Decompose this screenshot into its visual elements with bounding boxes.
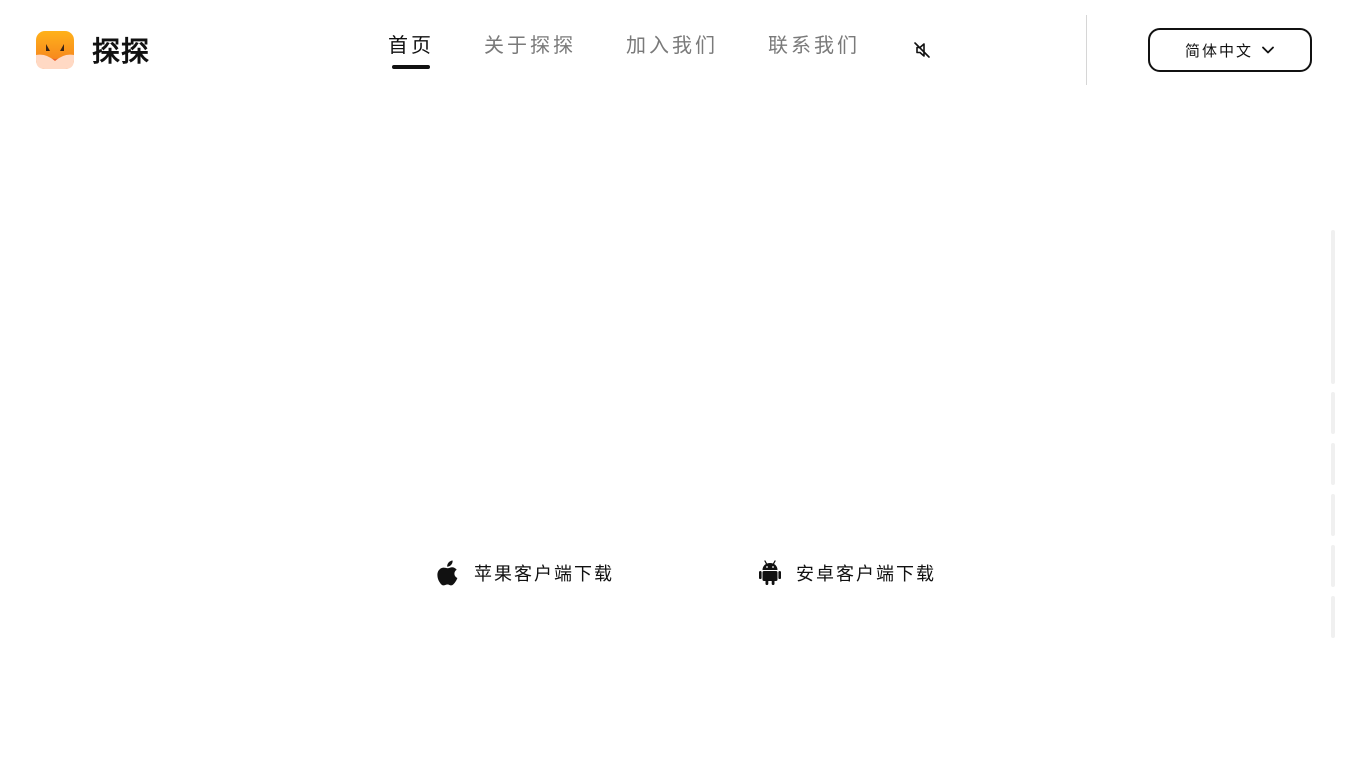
nav-item-join[interactable]: 加入我们 [626,30,718,60]
nav-item-label: 关于探探 [484,33,576,57]
main-nav: 首页 关于探探 加入我们 联系我们 [388,30,860,72]
language-select[interactable]: 简体中文 [1148,28,1312,72]
language-selected-value: 简体中文 [1184,41,1253,60]
android-download-link[interactable]: 安卓客户端下载 [758,559,936,587]
nav-item-label: 联系我们 [768,33,860,57]
nav-item-label: 首页 [388,33,434,57]
nav-item-home[interactable]: 首页 [388,30,434,69]
android-icon [758,559,782,587]
mute-toggle-button[interactable] [910,38,934,62]
section-indicator[interactable] [1331,545,1335,587]
nav-item-label: 加入我们 [626,33,718,57]
ios-download-link[interactable]: 苹果客户端下载 [436,559,614,587]
ios-download-label: 苹果客户端下载 [474,564,614,585]
section-indicator[interactable] [1331,596,1335,638]
apple-icon [436,559,460,587]
header-divider [1086,15,1087,85]
nav-item-about[interactable]: 关于探探 [484,30,576,60]
brand-logo[interactable]: 探探 [36,30,150,70]
home-page: 探探 首页 关于探探 加入我们 联系我们 简体中文 苹果客户端下载 安卓客户端下… [0,0,1366,768]
active-indicator [392,65,430,69]
nav-item-contact[interactable]: 联系我们 [768,30,860,60]
speaker-muted-icon [914,42,930,58]
android-download-label: 安卓客户端下载 [796,564,936,585]
section-indicator[interactable] [1331,230,1335,384]
section-indicator[interactable] [1331,443,1335,485]
brand-name: 探探 [92,35,151,68]
section-indicator[interactable] [1331,392,1335,434]
fox-logo-icon [36,31,74,69]
chevron-down-icon [1261,45,1275,55]
section-indicator[interactable] [1331,494,1335,536]
